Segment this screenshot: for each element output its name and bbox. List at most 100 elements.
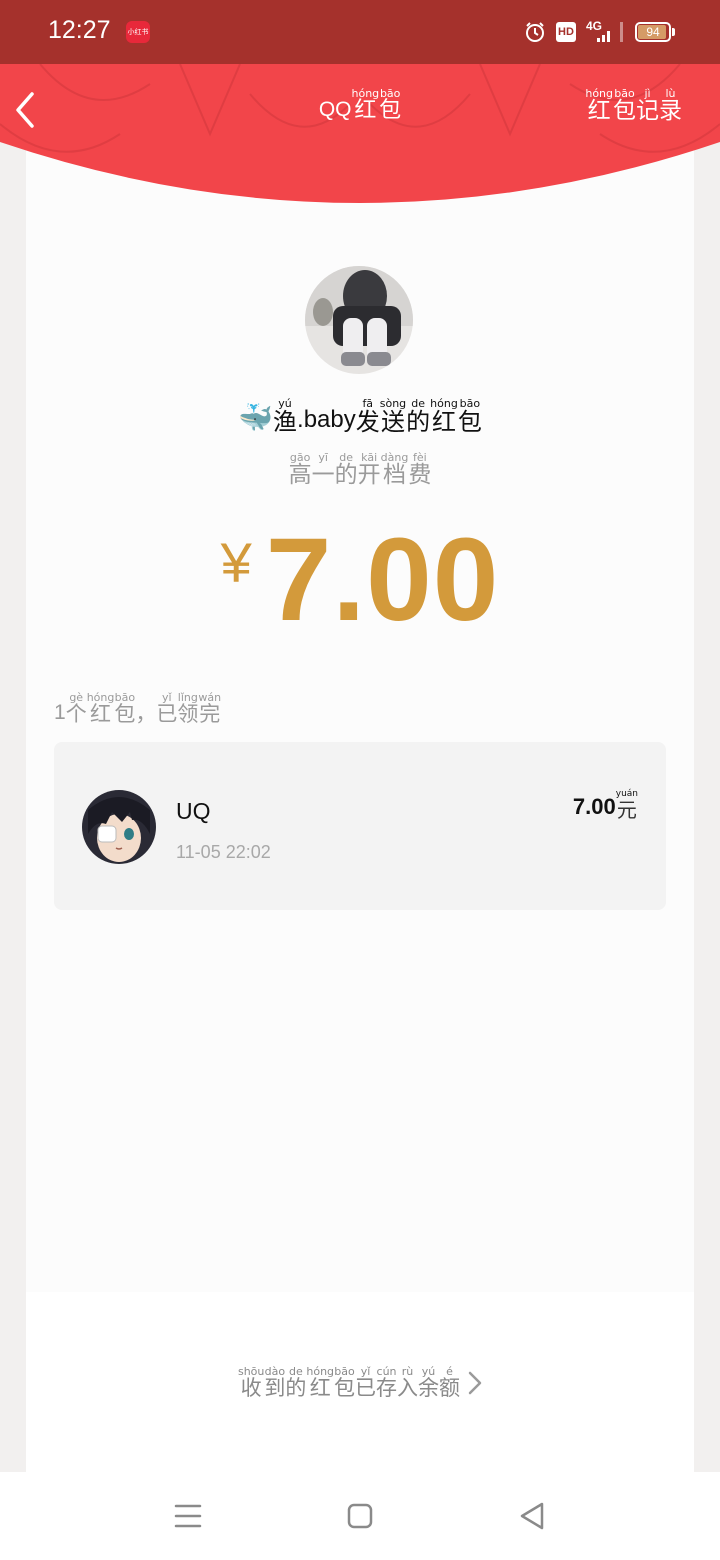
balance-link-char: shōu 收: [238, 1366, 264, 1399]
sender-suffix-char: de 的: [406, 398, 430, 434]
sender-name-char: yú 渔: [273, 398, 297, 434]
message-char: gāo 高: [289, 452, 312, 487]
title-prefix: QQ: [318, 98, 352, 121]
sender-suffix-char-char: 发: [355, 408, 380, 436]
battery-cap: [672, 28, 675, 36]
home-square-icon[interactable]: [340, 1498, 380, 1534]
red-packet-records-link[interactable]: hóng 红 bāo 包 jì 记 lù 录: [585, 88, 682, 123]
status-bar: 12:27 小红书 HD 4G 94: [0, 0, 720, 64]
sender-title: 🐳 yú 渔 .baby fā 发 sòng 送 de 的 hóng 红 bāo 包: [0, 398, 720, 434]
balance-link[interactable]: shōu 收 dào 到 de 的 hóng 红 bāo 包 yǐ 已 cún 存 rù 入 yú 余 é 额: [0, 1366, 720, 1399]
records-char-char: 记: [636, 98, 659, 124]
records-char: hóng 红: [585, 88, 613, 123]
records-char: lù 录: [659, 88, 682, 123]
app-notification-badge: 小红书: [126, 21, 150, 43]
message-char-char: 高: [288, 462, 312, 488]
summary-char: hóng 红: [87, 692, 115, 725]
balance-link-char: é额: [439, 1366, 460, 1399]
records-char: bāo 包: [613, 88, 636, 123]
balance-link-char-char: 收: [240, 1376, 262, 1400]
records-char-char: 红: [587, 98, 611, 124]
balance-link-char-char: 余: [418, 1376, 440, 1400]
packet-count: 1: [54, 701, 66, 724]
balance-link-char-char: 入: [397, 1376, 419, 1400]
menu-icon[interactable]: [168, 1498, 208, 1534]
message-char-char: 开: [357, 462, 381, 488]
balance-link-char: bāo 包: [334, 1366, 355, 1399]
whale-icon: 🐳: [238, 401, 274, 434]
records-char: jì 记: [636, 88, 659, 123]
hd-icon: HD: [556, 22, 576, 42]
sender-suffix-char-char: 送: [380, 408, 405, 436]
message-char: fèi 费: [408, 452, 431, 487]
sender-suffix-char-char: 红: [432, 408, 456, 436]
sender-name-latin: .baby: [297, 406, 356, 433]
title-chars: hóng 红 bāo 包: [352, 88, 402, 122]
receiver-amount-unit: yuán 元: [615, 789, 638, 822]
sender-suffix-char: fā 发: [356, 398, 380, 434]
message-char: kāi 开: [358, 452, 381, 487]
summary-char: lǐng 领: [177, 692, 198, 725]
summary-char-char: 已: [156, 702, 178, 726]
receiver-name: UQ: [176, 798, 211, 824]
summary-char-char: 领: [177, 702, 199, 726]
receiver-time: 11-05 22:02: [176, 842, 271, 862]
signal-icon: [597, 31, 610, 42]
receiver-row[interactable]: UQ 11-05 22:02 7.00 yuán 元: [54, 742, 666, 910]
receiver-avatar[interactable]: [82, 790, 156, 864]
title-char-char: 包: [379, 98, 402, 123]
message-char-char: 一: [311, 462, 335, 488]
title-char: bāo 包: [379, 88, 401, 122]
records-char-char: 录: [659, 98, 682, 124]
balance-link-char: dào 到: [264, 1366, 285, 1399]
navigation-bar: [0, 1472, 720, 1560]
battery-percent: 94: [646, 25, 660, 39]
balance-link-char: yǐ 已: [355, 1366, 376, 1399]
header: QQ hóng 红 bāo 包 hóng 红 bāo 包 jì 记 lù 录: [0, 64, 720, 214]
sender-suffix-char-char: 的: [406, 408, 431, 436]
status-separator: [620, 22, 623, 42]
balance-link-char: cún 存: [376, 1366, 397, 1399]
summary-char-char: 完: [199, 702, 221, 726]
message-char-char: 的: [334, 462, 358, 488]
amount-value: 7.00: [265, 514, 500, 646]
balance-link-char-char: 到: [264, 1376, 286, 1400]
sender-suffix-char: sòng 送: [380, 398, 406, 434]
balance-link-char: rù 入: [397, 1366, 418, 1399]
balance-link-char-char: 包: [334, 1376, 356, 1400]
summary-char: yǐ 已: [156, 692, 177, 725]
sender-name-char-char: 渔: [273, 408, 298, 436]
summary-char: bāo 包: [114, 692, 135, 725]
summary-char-char: ，: [135, 702, 157, 726]
message-char-char: 费: [408, 462, 432, 488]
balance-link-char: hóng 红: [306, 1366, 334, 1399]
receiver-amount: 7.00 yuán 元: [573, 789, 638, 822]
currency-symbol: ¥: [220, 531, 252, 594]
back-triangle-icon[interactable]: [512, 1498, 552, 1534]
amount-display: ¥7.00: [0, 520, 720, 640]
summary-char-char: 包: [114, 702, 136, 726]
sender-suffix-char: bāo 包: [458, 398, 482, 434]
records-char-char: 包: [613, 98, 636, 124]
title-char-char: 红: [354, 98, 377, 123]
balance-link-char-char: 已: [355, 1376, 377, 1400]
sender-suffix-char: hóng 红: [430, 398, 458, 434]
balance-link-text: shōu 收 dào 到 de 的 hóng 红 bāo 包 yǐ 已 cún 存 rù 入 yú 余 é 额: [238, 1366, 460, 1399]
chevron-right-icon: [468, 1371, 482, 1395]
claim-summary: 1 gè 个 hóng 红 bāo 包 ， yǐ 已 lǐng 领 wán 完: [54, 692, 221, 725]
summary-char: wán 完: [198, 692, 221, 725]
balance-link-char-char: 额: [439, 1376, 461, 1400]
message-char: dàng 档: [381, 452, 409, 487]
summary-char: gè 个: [66, 692, 87, 725]
message-char: yī 一: [312, 452, 335, 487]
alarm-icon: [526, 22, 544, 42]
summary-char: ，: [135, 692, 156, 725]
summary-char-char: 个: [65, 702, 87, 726]
title-char: hóng 红: [352, 88, 380, 122]
greeting-message: gāo 高 yī 一 de 的 kāi 开 dàng 档 fèi 费: [0, 452, 720, 487]
sender-avatar[interactable]: [305, 266, 413, 374]
balance-link-char: yú 余: [418, 1366, 439, 1399]
message-char: de 的: [335, 452, 358, 487]
balance-link-char-char: 红: [309, 1376, 331, 1400]
status-time: 12:27: [48, 16, 111, 44]
